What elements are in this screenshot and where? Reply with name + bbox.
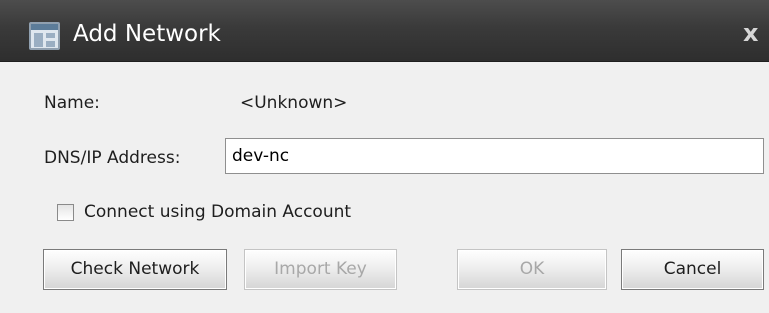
domain-account-checkbox-label[interactable]: Connect using Domain Account: [84, 201, 351, 223]
check-network-button[interactable]: Check Network: [43, 249, 227, 290]
window-title: Add Network: [73, 21, 221, 47]
title-bar: Add Network x: [0, 0, 769, 62]
domain-account-checkbox[interactable]: [57, 204, 74, 221]
network-app-icon: [29, 22, 60, 50]
name-label: Name:: [44, 93, 100, 113]
name-value: <Unknown>: [240, 93, 348, 113]
dns-address-input[interactable]: [225, 138, 764, 174]
cancel-button[interactable]: Cancel: [621, 249, 764, 290]
dialog-body: Name: <Unknown> DNS/IP Address: Connect …: [0, 62, 769, 313]
dns-address-label: DNS/IP Address:: [44, 148, 181, 168]
ok-button[interactable]: OK: [457, 249, 607, 290]
close-icon[interactable]: x: [743, 18, 758, 48]
import-key-button[interactable]: Import Key: [244, 249, 397, 290]
